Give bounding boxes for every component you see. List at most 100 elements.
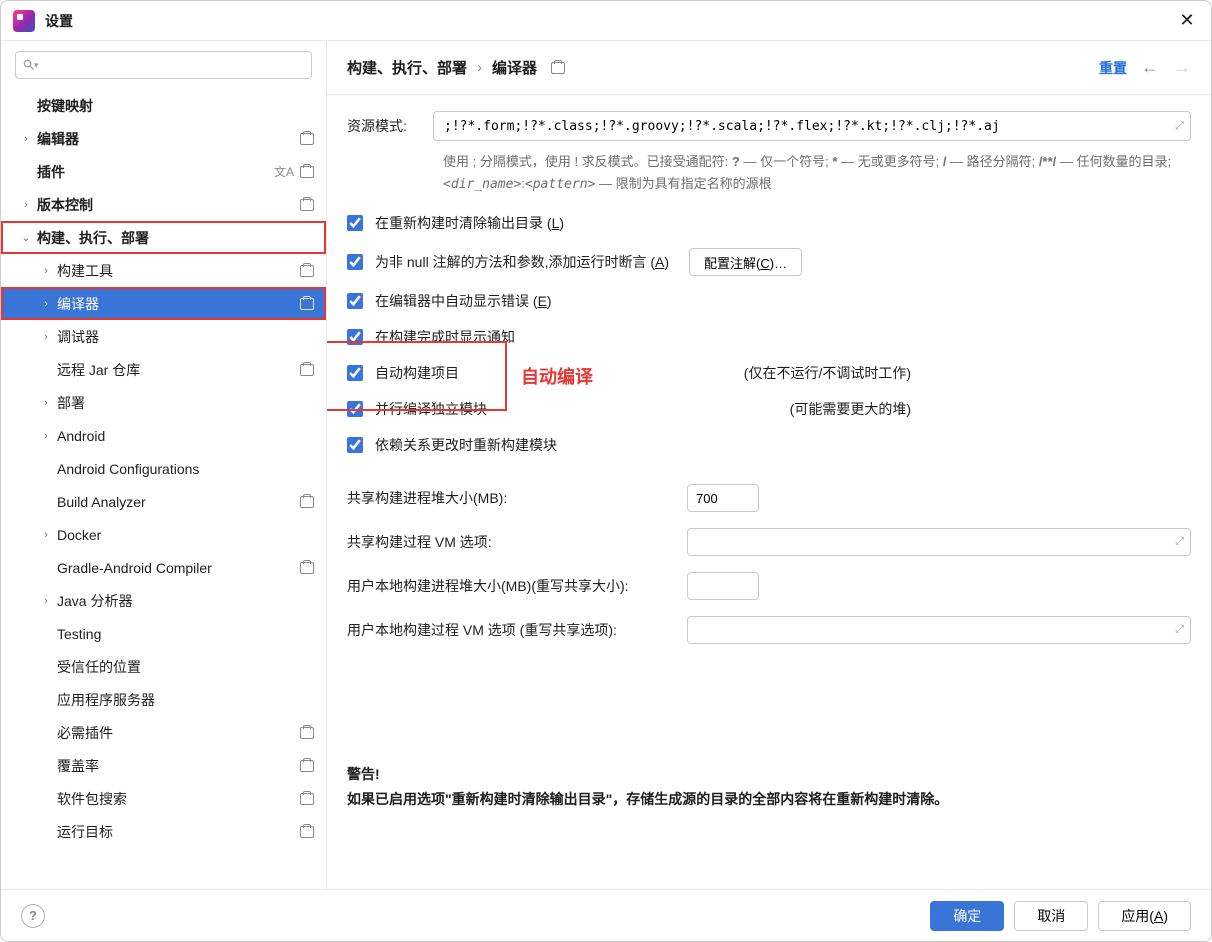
- forward-icon[interactable]: →: [1173, 57, 1191, 78]
- null-assert-row: 为非 null 注解的方法和参数,添加运行时断言 (A) 配置注解(C)…: [347, 248, 1191, 276]
- user-vm-input[interactable]: ⤢: [687, 616, 1191, 644]
- vm-options-label: 共享构建过程 VM 选项:: [347, 532, 687, 552]
- clear-output-row: 在重新构建时清除输出目录 (L): [347, 212, 1191, 234]
- parallel-compile-checkbox[interactable]: [347, 401, 363, 417]
- project-badge-icon: [300, 727, 314, 739]
- window-title: 设置: [45, 11, 73, 31]
- close-icon[interactable]: ✕: [1175, 10, 1199, 31]
- tree-item-6[interactable]: › 编译器: [1, 287, 326, 320]
- breadcrumb-separator: ›: [477, 59, 482, 76]
- rebuild-deps-label[interactable]: 依赖关系更改时重新构建模块: [375, 435, 557, 455]
- tree-item-0[interactable]: 按键映射: [1, 89, 326, 122]
- null-assert-label[interactable]: 为非 null 注解的方法和参数,添加运行时断言 (A): [375, 252, 669, 272]
- expand-icon[interactable]: ⤢: [1175, 536, 1184, 549]
- project-badge-icon: [300, 562, 314, 574]
- tree-item-5[interactable]: ›构建工具: [1, 254, 326, 287]
- auto-show-errors-label[interactable]: 在编辑器中自动显示错误 (E): [375, 291, 552, 311]
- breadcrumb: 构建、执行、部署 › 编译器: [347, 57, 565, 78]
- vm-options-field[interactable]: [696, 529, 1162, 555]
- warning-body: 如果已启用选项"重新构建时清除输出目录"，存储生成源的目录的全部内容将在重新构建…: [347, 788, 1191, 810]
- tree-item-10[interactable]: ›Android: [1, 419, 326, 452]
- tree-item-16[interactable]: Testing: [1, 617, 326, 650]
- tree-item-19[interactable]: 必需插件: [1, 716, 326, 749]
- user-heap-input[interactable]: [687, 572, 759, 600]
- tree-item-9[interactable]: › 部署: [1, 386, 326, 419]
- tree-item-label: Docker: [57, 527, 101, 543]
- main-panel: 构建、执行、部署 › 编译器 重置 ← → 资源模式: ⤢: [327, 41, 1211, 889]
- tree-item-7[interactable]: ›调试器: [1, 320, 326, 353]
- tree-item-15[interactable]: › Java 分析器: [1, 584, 326, 617]
- tree-item-label: Gradle-Android Compiler: [57, 560, 212, 576]
- tree-item-13[interactable]: › Docker: [1, 518, 326, 551]
- search-input[interactable]: ▾: [15, 51, 312, 79]
- tree-item-20[interactable]: 覆盖率: [1, 749, 326, 782]
- tree-item-11[interactable]: Android Configurations: [1, 452, 326, 485]
- user-heap-label: 用户本地构建进程堆大小(MB)(重写共享大小):: [347, 576, 687, 596]
- auto-show-errors-checkbox[interactable]: [347, 293, 363, 309]
- tree-item-1[interactable]: ›编辑器: [1, 122, 326, 155]
- ok-button[interactable]: 确定: [930, 901, 1004, 931]
- tree-item-4[interactable]: ⌄构建、执行、部署: [1, 221, 326, 254]
- show-notification-label[interactable]: 在构建完成时显示通知: [375, 327, 515, 347]
- expand-icon[interactable]: ⤢: [1175, 624, 1184, 637]
- clear-output-checkbox[interactable]: [347, 215, 363, 231]
- tree-item-8[interactable]: 远程 Jar 仓库: [1, 353, 326, 386]
- warning-block: 警告! 如果已启用选项"重新构建时清除输出目录"，存储生成源的目录的全部内容将在…: [347, 764, 1191, 810]
- user-vm-field[interactable]: [696, 617, 1162, 643]
- search-wrap: ▾: [1, 41, 326, 89]
- sidebar: ▾ 按键映射›编辑器插件文A›版本控制⌄构建、执行、部署›构建工具 › 编译器 ›调试…: [1, 41, 327, 889]
- chevron-icon: ›: [39, 529, 53, 541]
- show-notification-checkbox[interactable]: [347, 329, 363, 345]
- configure-annotations-button[interactable]: 配置注解(C)…: [689, 248, 802, 276]
- chevron-icon: ›: [19, 199, 33, 211]
- tree-item-14[interactable]: Gradle-Android Compiler: [1, 551, 326, 584]
- clear-output-label[interactable]: 在重新构建时清除输出目录 (L): [375, 213, 564, 233]
- auto-build-row: 自动构建项目 (仅在不运行/不调试时工作): [347, 362, 1191, 384]
- warning-title: 警告!: [347, 764, 1191, 784]
- back-icon[interactable]: ←: [1141, 57, 1159, 78]
- expand-icon[interactable]: ⤢: [1175, 119, 1184, 133]
- tree-item-label: 编译器: [57, 294, 99, 314]
- tree-item-label: 必需插件: [57, 723, 113, 743]
- chevron-icon: ›: [39, 595, 53, 607]
- heap-size-input[interactable]: [687, 484, 759, 512]
- tree-item-label: 部署: [57, 393, 85, 413]
- tree-item-22[interactable]: 运行目标: [1, 815, 326, 848]
- heap-size-row: 共享构建进程堆大小(MB):: [347, 484, 1191, 512]
- user-heap-row: 用户本地构建进程堆大小(MB)(重写共享大小):: [347, 572, 1191, 600]
- vm-options-input[interactable]: ⤢: [687, 528, 1191, 556]
- tree-item-label: Android: [57, 428, 105, 444]
- search-dropdown-icon: ▾: [34, 60, 39, 71]
- resource-pattern-input[interactable]: ⤢: [433, 111, 1191, 141]
- parallel-compile-note: (可能需要更大的堆): [790, 399, 1191, 419]
- tree-item-17[interactable]: 受信任的位置: [1, 650, 326, 683]
- resource-pattern-help: 使用 ; 分隔模式，使用 ! 求反模式。已接受通配符: ? — 仅一个符号; *…: [443, 151, 1191, 196]
- vm-options-row: 共享构建过程 VM 选项: ⤢: [347, 528, 1191, 556]
- language-icon: 文A: [274, 163, 294, 180]
- resource-pattern-row: 资源模式: ⤢: [347, 111, 1191, 141]
- apply-button[interactable]: 应用(A): [1098, 901, 1191, 931]
- tree-item-label: Java 分析器: [57, 591, 132, 611]
- chevron-icon: ›: [39, 397, 53, 409]
- project-badge-icon: [300, 199, 314, 211]
- chevron-icon: ›: [19, 133, 33, 145]
- tree-item-21[interactable]: 软件包搜索: [1, 782, 326, 815]
- project-badge-icon: [300, 496, 314, 508]
- auto-build-checkbox[interactable]: [347, 365, 363, 381]
- help-button[interactable]: ?: [21, 904, 45, 928]
- resource-pattern-field[interactable]: [444, 112, 1162, 140]
- tree-item-2[interactable]: 插件文A: [1, 155, 326, 188]
- tree-item-12[interactable]: Build Analyzer: [1, 485, 326, 518]
- reset-button[interactable]: 重置: [1099, 58, 1127, 78]
- auto-build-label[interactable]: 自动构建项目: [375, 363, 459, 383]
- tree-item-label: 构建、执行、部署: [37, 228, 149, 248]
- cancel-button[interactable]: 取消: [1014, 901, 1088, 931]
- chevron-icon: ›: [39, 298, 53, 310]
- parallel-compile-label[interactable]: 并行编译独立模块: [375, 399, 487, 419]
- tree-item-3[interactable]: ›版本控制: [1, 188, 326, 221]
- tree-item-label: Build Analyzer: [57, 494, 146, 510]
- tree-item-label: 应用程序服务器: [57, 690, 155, 710]
- tree-item-18[interactable]: 应用程序服务器: [1, 683, 326, 716]
- null-assert-checkbox[interactable]: [347, 254, 363, 270]
- rebuild-deps-checkbox[interactable]: [347, 437, 363, 453]
